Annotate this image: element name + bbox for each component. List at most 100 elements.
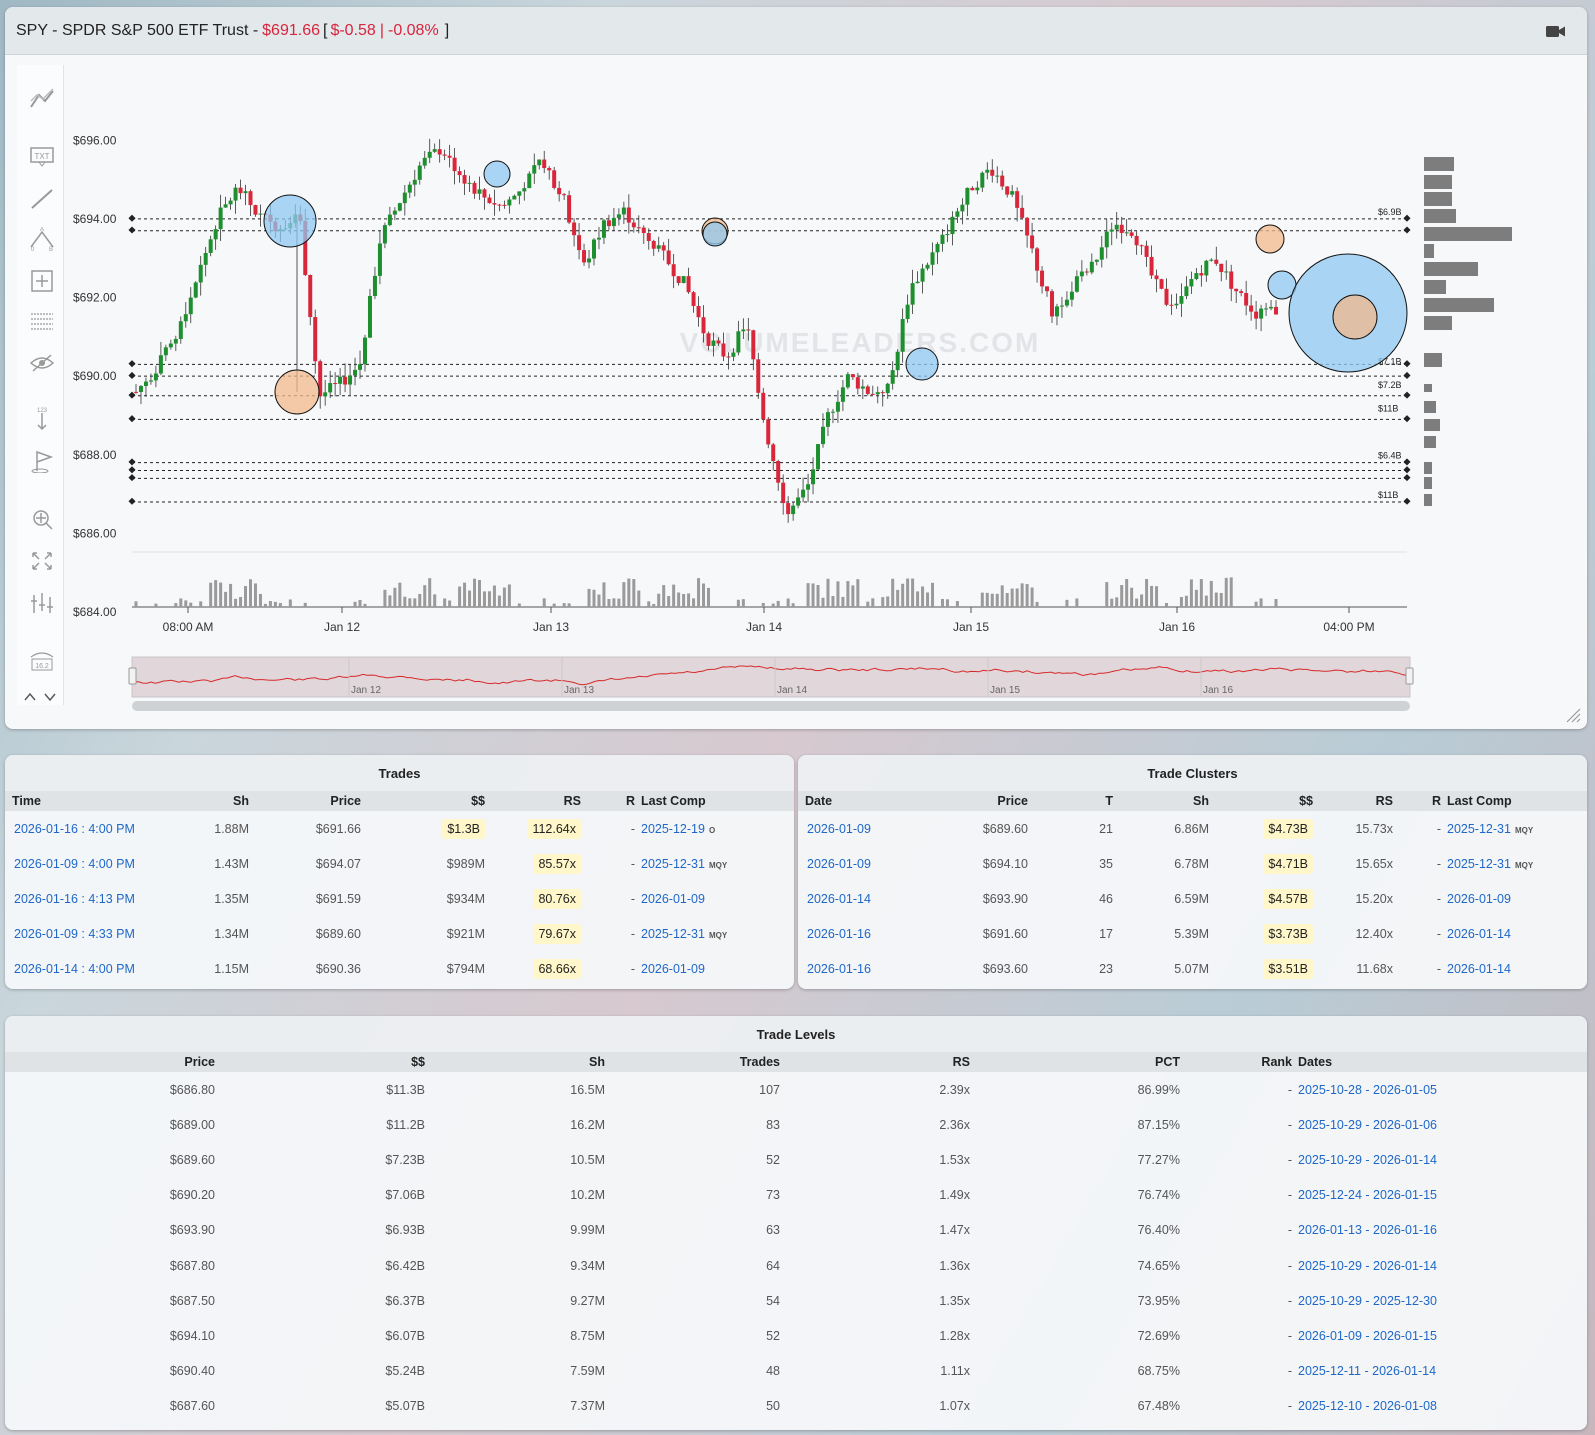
trade-row[interactable]: 2026-01-16 : 4:00 PM 1.88M $691.66 $1.3B 112… (5, 811, 794, 846)
cluster-row[interactable]: 2026-01-14 $693.90 46 6.59M $4.57B 15.20x -202… (798, 881, 1587, 916)
candle-up[interactable] (477, 189, 482, 194)
candle-down[interactable] (1159, 279, 1164, 289)
candle-up[interactable] (1069, 291, 1074, 300)
candle-down[interactable] (1139, 245, 1144, 247)
candle-up[interactable] (950, 216, 955, 235)
candle-up[interactable] (910, 283, 915, 305)
candle-down[interactable] (308, 274, 313, 318)
candle-up[interactable] (860, 386, 865, 389)
candle-down[interactable] (1249, 305, 1254, 312)
col-dollars[interactable]: $$ (361, 791, 485, 811)
candle-up[interactable] (596, 237, 601, 240)
candle-up[interactable] (1124, 232, 1129, 234)
col-price[interactable]: Price (249, 791, 361, 811)
candle-down[interactable] (1119, 224, 1124, 233)
trade-time-link[interactable]: 2026-01-16 : 4:13 PM (5, 881, 175, 916)
price-chart[interactable]: $696.00 $694.00 $692.00 $690.00 $688.00 $686.… (5, 7, 1587, 729)
candle-up[interactable] (392, 210, 397, 215)
candle-up[interactable] (512, 195, 517, 200)
candle-down[interactable] (850, 374, 855, 378)
candle-up[interactable] (1089, 261, 1094, 273)
col-sh[interactable]: Sh (175, 791, 249, 811)
candle-up[interactable] (208, 239, 213, 253)
candle-down[interactable] (1169, 304, 1174, 306)
candle-down[interactable] (1254, 311, 1259, 319)
candle-down[interactable] (686, 276, 691, 293)
candle-down[interactable] (462, 175, 467, 184)
candle-down[interactable] (606, 220, 611, 227)
navigator-handle-right[interactable] (1405, 667, 1414, 685)
last-comp-link[interactable]: 2025-12-19 (641, 822, 705, 836)
level-dates-link[interactable]: 2025-10-29 - 2025-12-30 (1292, 1283, 1587, 1318)
candle-up[interactable] (587, 258, 592, 263)
candle-up[interactable] (173, 338, 178, 344)
candle-up[interactable] (601, 220, 606, 238)
candle-up[interactable] (258, 213, 263, 215)
candle-up[interactable] (233, 187, 238, 201)
candle-up[interactable] (402, 192, 407, 204)
candle-down[interactable] (1040, 270, 1045, 287)
col-last-comp[interactable]: Last Comp (1441, 791, 1587, 811)
candle-up[interactable] (965, 187, 970, 205)
candle-up[interactable] (163, 347, 168, 356)
candle-down[interactable] (766, 419, 771, 445)
candle-up[interactable] (1074, 276, 1079, 292)
candle-up[interactable] (203, 252, 208, 265)
candle-down[interactable] (1030, 235, 1035, 249)
candle-down[interactable] (1144, 245, 1149, 257)
candle-down[interactable] (751, 330, 756, 360)
candle-down[interactable] (487, 197, 492, 204)
col-rs[interactable]: RS (1313, 791, 1393, 811)
candle-down[interactable] (970, 187, 975, 191)
candle-up[interactable] (1264, 308, 1269, 310)
candle-down[interactable] (442, 154, 447, 156)
candle-down[interactable] (1020, 207, 1025, 218)
candle-up[interactable] (741, 329, 746, 332)
candle-up[interactable] (1054, 306, 1059, 317)
candle-up[interactable] (1184, 286, 1189, 297)
cluster-date-link[interactable]: 2026-01-14 (798, 881, 898, 916)
candle-down[interactable] (1164, 288, 1169, 305)
candle-up[interactable] (835, 401, 840, 412)
candle-down[interactable] (1005, 186, 1010, 195)
candle-up[interactable] (731, 352, 736, 357)
candle-up[interactable] (816, 444, 821, 470)
candle-up[interactable] (412, 179, 417, 185)
candle-down[interactable] (761, 392, 766, 420)
candle-up[interactable] (915, 281, 920, 284)
last-comp-link[interactable]: 2026-01-09 (641, 962, 705, 976)
candle-down[interactable] (990, 169, 995, 176)
candle-up[interactable] (323, 392, 328, 397)
candle-up[interactable] (840, 387, 845, 402)
candle-up[interactable] (1224, 271, 1229, 273)
candle-down[interactable] (626, 207, 631, 223)
cluster-date-link[interactable]: 2026-01-09 (798, 846, 898, 881)
trade-bubble[interactable] (263, 194, 317, 248)
candle-down[interactable] (238, 187, 243, 194)
candle-down[interactable] (552, 170, 557, 188)
candle-up[interactable] (328, 383, 333, 393)
candle-up[interactable] (213, 229, 218, 240)
candle-down[interactable] (1239, 291, 1244, 293)
candle-down[interactable] (437, 149, 442, 155)
candle-down[interactable] (248, 191, 253, 206)
candle-down[interactable] (547, 168, 552, 171)
candle-up[interactable] (895, 351, 900, 371)
candle-down[interactable] (1149, 256, 1154, 276)
candle-up[interactable] (1209, 259, 1214, 261)
candle-up[interactable] (845, 374, 850, 388)
candle-up[interactable] (377, 243, 382, 276)
candle-up[interactable] (363, 337, 367, 365)
col-date[interactable]: Date (798, 791, 898, 811)
level-dates-link[interactable]: 2025-10-29 - 2026-01-14 (1292, 1248, 1587, 1283)
level-row[interactable]: $690.20 $7.06B 10.2M 73 1.49x 76.74% -2025-12-… (5, 1178, 1587, 1213)
navigator-scrollbar[interactable] (132, 701, 1410, 711)
candle-down[interactable] (567, 195, 572, 223)
candle-up[interactable] (875, 392, 880, 395)
col-trades[interactable]: Trades (605, 1052, 780, 1072)
candle-up[interactable] (532, 165, 537, 174)
trade-time-link[interactable]: 2026-01-16 : 4:00 PM (5, 811, 175, 846)
candle-up[interactable] (1179, 296, 1184, 304)
candle-down[interactable] (636, 227, 641, 229)
candle-down[interactable] (572, 222, 577, 236)
